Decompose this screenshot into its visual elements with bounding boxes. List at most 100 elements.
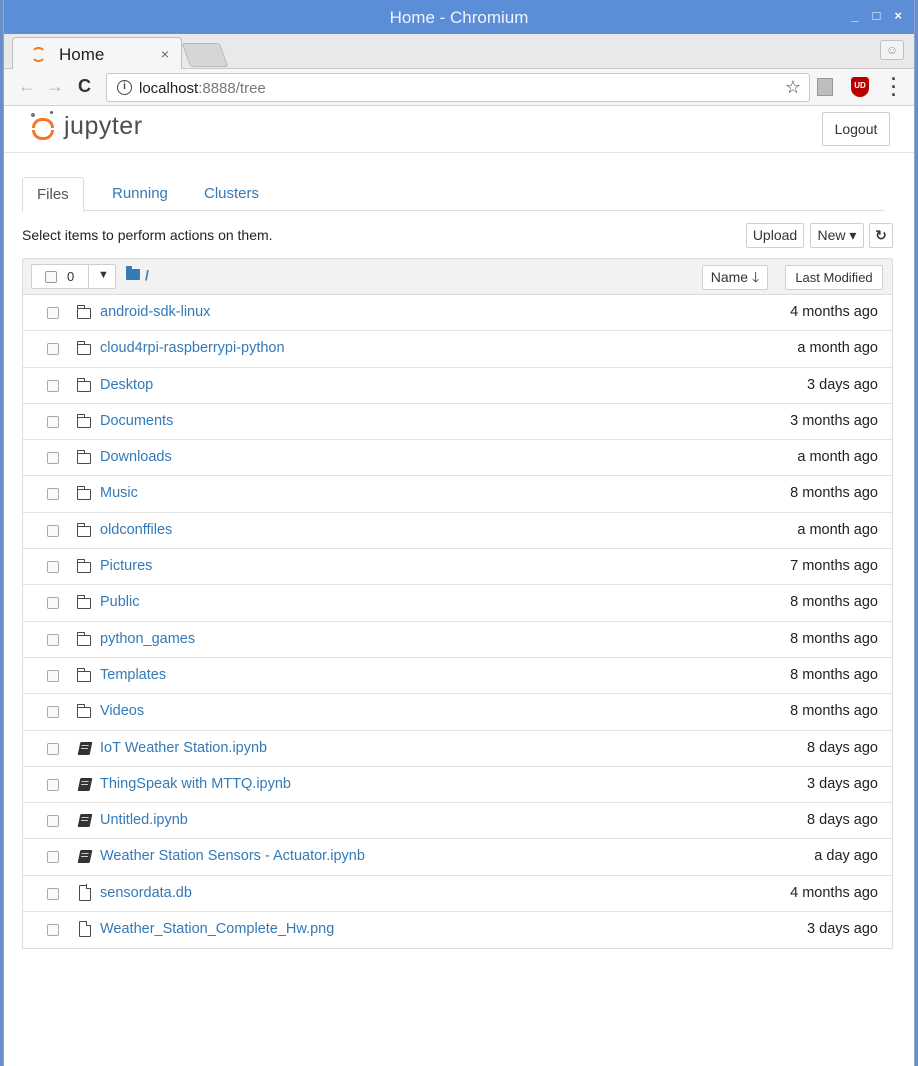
upload-button[interactable]: Upload xyxy=(746,223,804,248)
file-list-row[interactable]: sensordata.db4 months ago xyxy=(23,876,892,912)
row-checkbox[interactable] xyxy=(47,561,59,573)
file-list-row[interactable]: Pictures7 months ago xyxy=(23,549,892,585)
row-checkbox[interactable] xyxy=(47,525,59,537)
item-name-link[interactable]: Untitled.ipynb xyxy=(100,812,188,828)
file-list-row[interactable]: Public8 months ago xyxy=(23,585,892,621)
folder-icon xyxy=(77,453,91,464)
tab-clusters[interactable]: Clusters xyxy=(190,177,273,211)
address-bar[interactable]: i localhost:8888/tree ☆ xyxy=(106,73,810,102)
item-name-link[interactable]: Templates xyxy=(100,667,166,683)
item-name-link[interactable]: ThingSpeak with MTTQ.ipynb xyxy=(100,776,291,792)
sort-by-name-button[interactable]: Name 🡓 xyxy=(702,265,768,290)
profile-icon[interactable]: ☺ xyxy=(880,40,904,60)
row-checkbox[interactable] xyxy=(47,779,59,791)
new-tab-button[interactable] xyxy=(182,43,229,67)
folder-icon[interactable] xyxy=(126,269,140,280)
info-icon[interactable]: i xyxy=(117,80,132,95)
item-name-link[interactable]: Music xyxy=(100,485,138,501)
file-list-row[interactable]: Downloadsa month ago xyxy=(23,440,892,476)
row-checkbox[interactable] xyxy=(47,815,59,827)
window-titlebar[interactable]: Home - Chromium _ □ × xyxy=(4,0,914,34)
notebook-icon xyxy=(78,814,93,827)
row-checkbox[interactable] xyxy=(47,307,59,319)
item-name-link[interactable]: android-sdk-linux xyxy=(100,304,210,320)
refresh-icon[interactable]: ↻ xyxy=(869,223,893,248)
file-list-row[interactable]: python_games8 months ago xyxy=(23,622,892,658)
bookmark-star-icon[interactable]: ☆ xyxy=(785,77,801,98)
item-name-link[interactable]: oldconffiles xyxy=(100,522,172,538)
item-modified: 3 days ago xyxy=(807,921,878,937)
file-list-row[interactable]: cloud4rpi-raspberrypi-pythona month ago xyxy=(23,331,892,367)
item-name-link[interactable]: Weather_Station_Complete_Hw.png xyxy=(100,921,334,937)
row-checkbox[interactable] xyxy=(47,634,59,646)
file-list-row[interactable]: IoT Weather Station.ipynb8 days ago xyxy=(23,731,892,767)
row-checkbox[interactable] xyxy=(47,488,59,500)
logout-button[interactable]: Logout xyxy=(822,112,890,146)
file-list-row[interactable]: oldconffiles a month ago xyxy=(23,513,892,549)
row-checkbox[interactable] xyxy=(47,380,59,392)
forward-arrow-icon[interactable]: → xyxy=(46,76,64,97)
row-checkbox[interactable] xyxy=(47,343,59,355)
item-name-link[interactable]: IoT Weather Station.ipynb xyxy=(100,740,267,756)
file-icon xyxy=(79,885,91,901)
item-name-link[interactable]: cloud4rpi-raspberrypi-python xyxy=(100,340,285,356)
tab-files[interactable]: Files xyxy=(22,177,84,212)
item-name-link[interactable]: Desktop xyxy=(100,377,153,393)
item-name-link[interactable]: Documents xyxy=(100,413,173,429)
item-name-link[interactable]: Videos xyxy=(100,703,144,719)
url-text[interactable]: localhost:8888/tree xyxy=(139,80,266,97)
item-name-link[interactable]: Public xyxy=(100,594,140,610)
jupyter-favicon-icon xyxy=(31,47,46,62)
row-checkbox[interactable] xyxy=(47,597,59,609)
row-checkbox[interactable] xyxy=(47,924,59,936)
row-checkbox[interactable] xyxy=(47,743,59,755)
tab-running[interactable]: Running xyxy=(98,177,182,211)
select-all-checkbox[interactable] xyxy=(45,271,57,283)
item-modified: a month ago xyxy=(797,522,878,538)
file-list-row[interactable]: Weather_Station_Complete_Hw.png 3 days ag… xyxy=(23,912,892,948)
reload-icon[interactable]: C xyxy=(78,76,91,97)
minimize-button[interactable]: _ xyxy=(851,8,858,23)
breadcrumb[interactable]: / xyxy=(145,267,149,283)
browser-tab-title: Home xyxy=(59,45,104,65)
file-list-row[interactable]: android-sdk-linux4 months ago xyxy=(23,295,892,331)
row-checkbox[interactable] xyxy=(47,670,59,682)
file-list-row[interactable]: Documents3 months ago xyxy=(23,404,892,440)
folder-icon xyxy=(77,417,91,428)
browser-tab-home[interactable]: Home × xyxy=(12,37,182,69)
file-list-row[interactable]: Untitled.ipynb8 days ago xyxy=(23,803,892,839)
file-list-row[interactable]: Music8 months ago xyxy=(23,476,892,512)
item-name-link[interactable]: Weather Station Sensors - Actuator.ipynb xyxy=(100,848,365,864)
chevron-down-icon[interactable]: ▼ xyxy=(98,269,109,281)
file-list-row[interactable]: Desktop3 days ago xyxy=(23,368,892,404)
jupyter-logo[interactable]: jupyter xyxy=(30,110,143,142)
maximize-button[interactable]: □ xyxy=(873,8,881,23)
file-list-row[interactable]: ThingSpeak with MTTQ.ipynb3 days ago xyxy=(23,767,892,803)
sort-by-last-modified-button[interactable]: Last Modified xyxy=(785,265,883,290)
row-checkbox[interactable] xyxy=(47,416,59,428)
file-list-row[interactable]: Videos8 months ago xyxy=(23,694,892,730)
extension-icon[interactable] xyxy=(817,78,833,96)
file-list-row[interactable]: Templates8 months ago xyxy=(23,658,892,694)
notebook-icon xyxy=(78,850,93,863)
item-name-link[interactable]: sensordata.db xyxy=(100,885,192,901)
item-name-link[interactable]: Pictures xyxy=(100,558,152,574)
select-all-dropdown[interactable]: 0 ▼ xyxy=(31,264,116,289)
row-checkbox[interactable] xyxy=(47,706,59,718)
item-name-link[interactable]: Downloads xyxy=(100,449,172,465)
close-tab-icon[interactable]: × xyxy=(161,46,169,62)
close-window-button[interactable]: × xyxy=(894,8,902,23)
row-checkbox[interactable] xyxy=(47,888,59,900)
item-name-link[interactable]: python_games xyxy=(100,631,195,647)
chrome-menu-icon[interactable]: ··· xyxy=(891,75,897,99)
file-icon xyxy=(79,921,91,937)
jupyter-header: jupyter Logout xyxy=(4,106,914,153)
row-checkbox[interactable] xyxy=(47,851,59,863)
row-checkbox[interactable] xyxy=(47,452,59,464)
url-host: localhost xyxy=(139,80,198,97)
back-arrow-icon[interactable]: ← xyxy=(18,76,36,97)
ublock-origin-icon[interactable]: UD xyxy=(851,77,869,97)
actions-hint: Select items to perform actions on them. xyxy=(22,227,273,243)
file-list-row[interactable]: Weather Station Sensors - Actuator.ipynb… xyxy=(23,839,892,875)
new-dropdown-button[interactable]: New ▾ xyxy=(810,223,864,248)
